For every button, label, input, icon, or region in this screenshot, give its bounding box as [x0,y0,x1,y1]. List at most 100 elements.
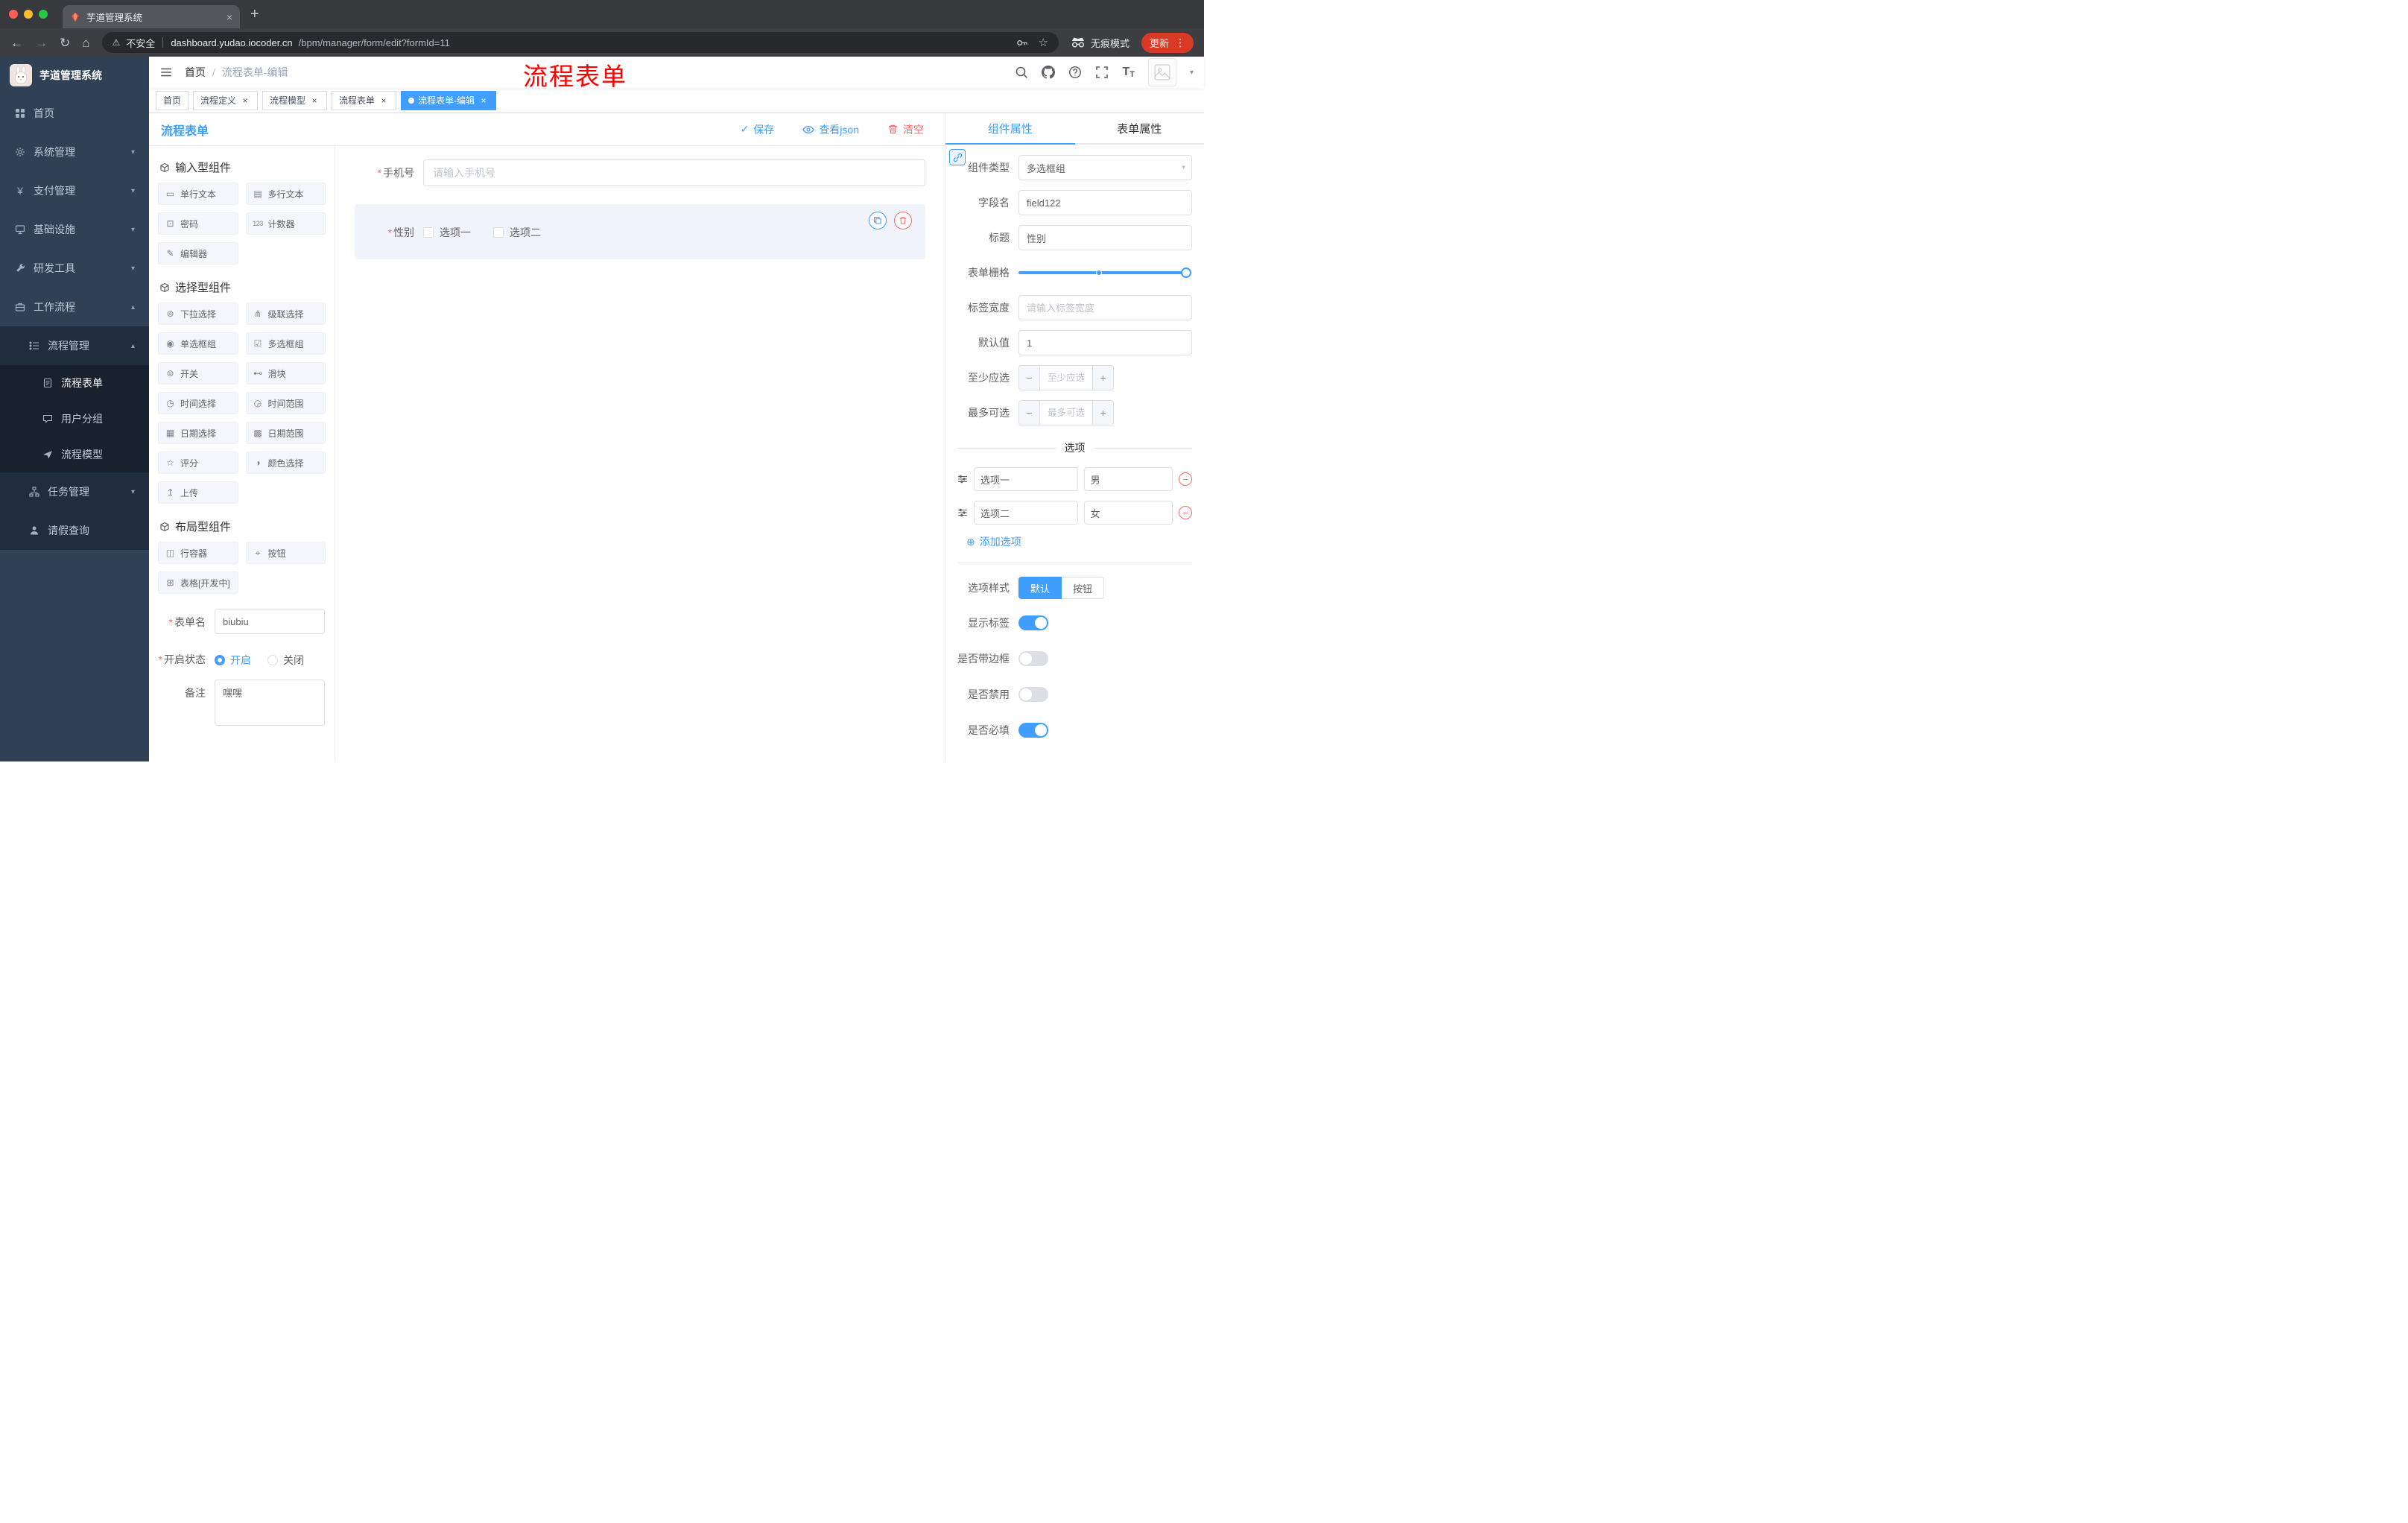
view-json-button[interactable]: 查看json [802,122,859,137]
palette-item-counter[interactable]: 123 计数器 [245,212,326,235]
palette-item-checkbox-group[interactable]: ☑ 多选框组 [245,332,326,355]
copy-component-button[interactable] [869,212,887,229]
palette-item-single-line-text[interactable]: ▭ 单行文本 [158,183,238,205]
tag-process-definition[interactable]: 流程定义 × [193,90,259,110]
avatar-caret-down-icon[interactable]: ▾ [1190,69,1194,77]
increase-button[interactable]: + [1092,366,1113,390]
style-button-button[interactable]: 按钮 [1062,577,1105,599]
url-omnibox[interactable]: ⚠ 不安全 dashboard.yudao.iocoder.cn /bpm/ma… [101,32,1059,53]
sidebar-item-dev-tools[interactable]: 研发工具 ▾ [0,249,149,288]
palette-item-upload[interactable]: ↥ 上传 [158,481,238,504]
palette-item-table-dev[interactable]: ⊞ 表格[开发中] [158,571,238,594]
tag-process-form[interactable]: 流程表单 × [332,90,397,110]
sidebar-item-workflow[interactable]: 工作流程 ▴ [0,288,149,326]
github-icon[interactable] [1042,66,1056,79]
palette-item-row-container[interactable]: ◫ 行容器 [158,542,238,564]
bookmark-star-icon[interactable]: ☆ [1039,36,1048,49]
remove-option-button[interactable]: − [1179,506,1192,519]
show-label-switch[interactable] [1018,615,1048,630]
security-label[interactable]: 不安全 [126,36,155,50]
clear-button[interactable]: 清空 [887,122,924,137]
decrease-button[interactable]: − [1019,366,1040,390]
breadcrumb-home[interactable]: 首页 [185,65,206,80]
canvas-field-gender-selected[interactable]: * 性别 选项一 选项二 [355,204,925,259]
checkbox-icon[interactable] [493,227,504,238]
drag-handle-icon[interactable] [957,507,968,518]
browser-menu-icon[interactable]: ⋮ [1175,37,1185,49]
palette-item-button[interactable]: ⌖ 按钮 [245,542,326,564]
sidebar-logo[interactable]: 芋道管理系统 [0,57,149,94]
palette-item-dropdown[interactable]: ⊚ 下拉选择 [158,303,238,325]
sidebar-item-process-model[interactable]: 流程模型 [0,437,149,472]
phone-input[interactable] [423,159,925,186]
checkbox-option-1[interactable]: 选项一 [423,225,471,240]
checkbox-option-2[interactable]: 选项二 [493,225,541,240]
required-switch[interactable] [1018,723,1048,738]
window-close-button[interactable] [9,10,18,19]
option-value-input[interactable] [1083,501,1173,525]
palette-item-password[interactable]: ⊡ 密码 [158,212,238,235]
palette-item-switch[interactable]: ⊜ 开关 [158,362,238,384]
palette-item-time-range[interactable]: ◶ 时间范围 [245,392,326,414]
save-button[interactable]: ✓ 保存 [741,122,775,137]
search-icon[interactable] [1015,66,1028,79]
home-button[interactable]: ⌂ [82,37,89,49]
sidebar-item-user-group[interactable]: 用户分组 [0,401,149,437]
sidebar-item-home[interactable]: 首页 [0,94,149,133]
palette-item-editor[interactable]: ✎ 编辑器 [158,242,238,265]
help-icon[interactable] [1068,66,1082,79]
add-option-button[interactable]: ⊕ 添加选项 [966,534,1192,549]
status-off-radio[interactable]: 关闭 [267,653,304,668]
palette-item-date-picker[interactable]: ▦ 日期选择 [158,422,238,444]
increase-button[interactable]: + [1092,401,1113,425]
forward-button[interactable]: → [35,37,48,49]
grid-slider[interactable] [1018,267,1191,278]
form-remark-textarea[interactable]: 嘿嘿 [215,680,325,726]
link-icon[interactable] [949,149,966,165]
browser-update-button[interactable]: 更新 ⋮ [1141,32,1194,53]
window-minimize-button[interactable] [24,10,33,19]
option-value-input[interactable] [1083,467,1173,491]
form-name-input[interactable] [215,609,325,634]
delete-component-button[interactable] [894,212,912,229]
border-switch[interactable] [1018,651,1048,666]
palette-item-multi-line-text[interactable]: ▤ 多行文本 [245,183,326,205]
decrease-button[interactable]: − [1019,401,1040,425]
back-button[interactable]: ← [10,37,23,49]
max-select-stepper[interactable]: −+ [1018,400,1114,425]
sidebar-item-process-form[interactable]: 流程表单 [0,365,149,401]
sidebar-item-process-mgmt[interactable]: 流程管理 ▴ [0,326,149,365]
close-icon[interactable]: × [309,95,320,106]
option-label-input[interactable] [974,501,1078,525]
sidebar-item-system-mgmt[interactable]: 系统管理 ▾ [0,133,149,171]
default-value-input[interactable] [1018,330,1192,355]
sidebar-item-leave-query[interactable]: 请假查询 [0,511,149,550]
slider-handle[interactable] [1181,267,1191,278]
style-default-button[interactable]: 默认 [1018,577,1062,599]
canvas-field-phone[interactable]: * 手机号 [355,159,925,186]
component-type-select[interactable]: ▾ [1018,155,1192,180]
tab-close-icon[interactable]: × [226,11,232,23]
tab-component-props[interactable]: 组件属性 [945,113,1075,145]
palette-item-rate[interactable]: ☆ 评分 [158,452,238,474]
palette-item-cascader[interactable]: ⋔ 级联选择 [245,303,326,325]
label-width-input[interactable] [1018,295,1192,320]
min-select-input[interactable] [1040,366,1092,390]
palette-item-color-picker[interactable]: ◑ 颜色选择 [245,452,326,474]
disabled-switch[interactable] [1018,687,1048,702]
palette-item-date-range[interactable]: ▩ 日期范围 [245,422,326,444]
close-icon[interactable]: × [240,95,250,106]
field-name-input[interactable] [1018,190,1192,215]
avatar[interactable] [1147,58,1176,86]
min-select-stepper[interactable]: −+ [1018,365,1114,390]
palette-item-time-picker[interactable]: ◷ 时间选择 [158,392,238,414]
hamburger-menu-icon[interactable] [159,66,173,79]
title-input[interactable] [1018,225,1192,250]
sidebar-item-task-mgmt[interactable]: 任务管理 ▾ [0,472,149,511]
sidebar-item-infrastructure[interactable]: 基础设施 ▾ [0,210,149,249]
palette-item-radio-group[interactable]: ◉ 单选框组 [158,332,238,355]
drag-handle-icon[interactable] [957,474,968,484]
checkbox-icon[interactable] [423,227,434,238]
close-icon[interactable]: × [478,95,489,106]
max-select-input[interactable] [1040,401,1092,425]
